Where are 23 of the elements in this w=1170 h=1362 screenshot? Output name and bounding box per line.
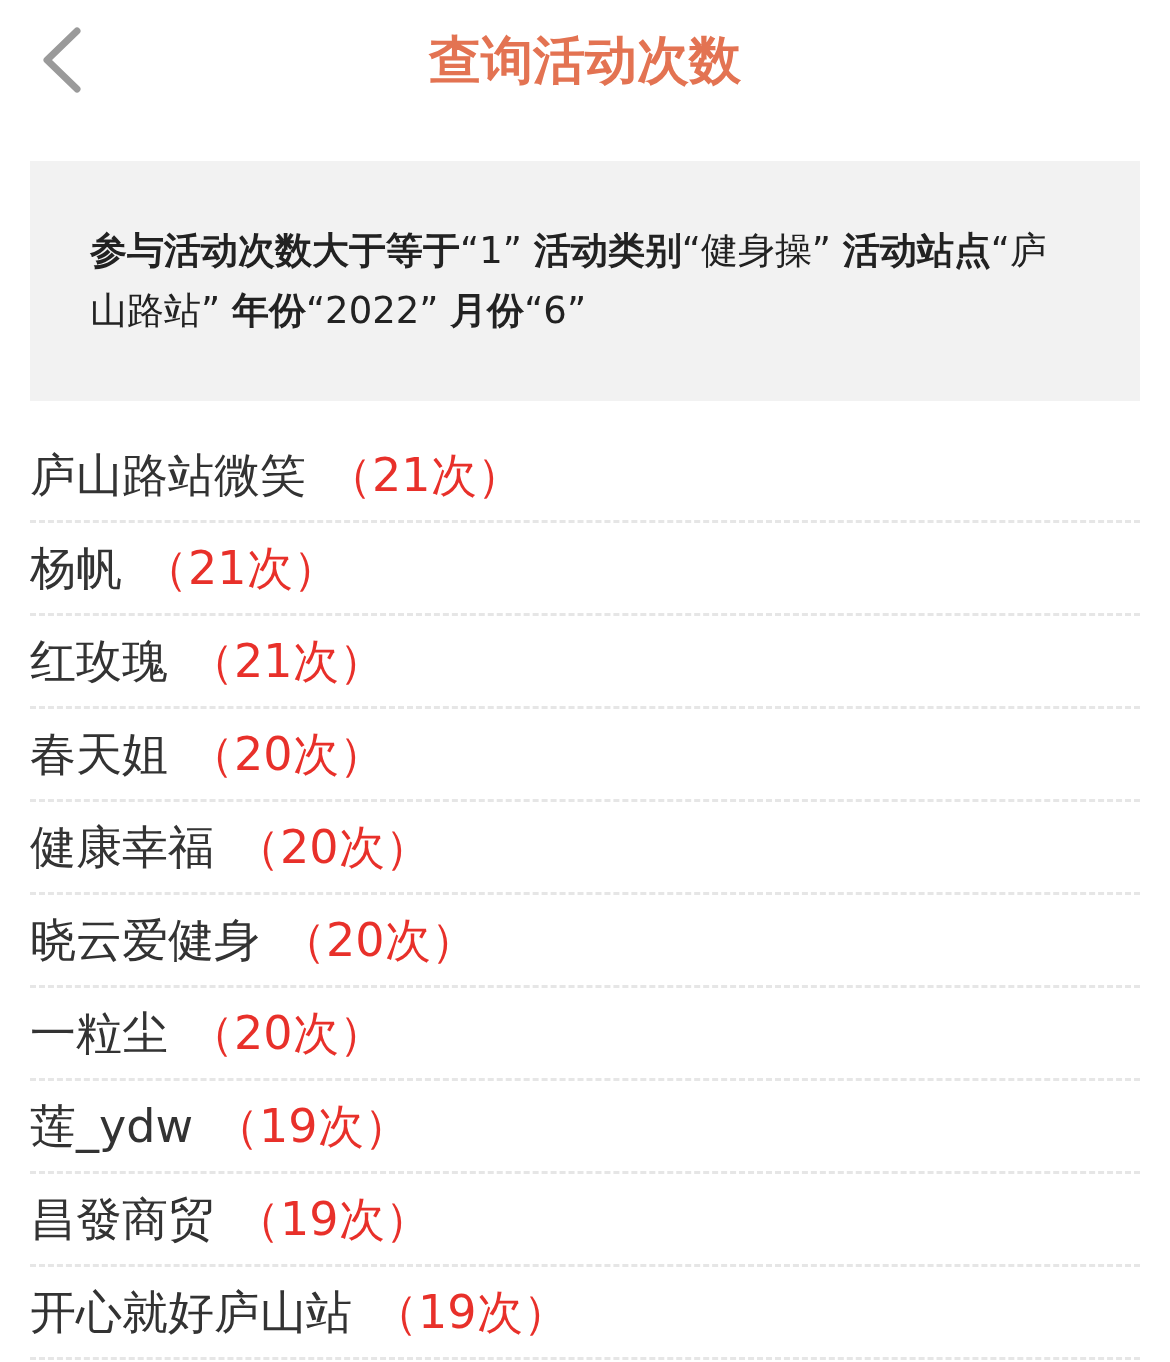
activity-count: （20次） — [280, 911, 477, 969]
activity-count: （19次） — [234, 1190, 431, 1248]
member-name: 健康幸福 — [30, 818, 214, 876]
activity-count: （21次） — [326, 446, 523, 504]
member-name: 莲_ydw — [30, 1097, 194, 1155]
activity-count: （20次） — [188, 725, 385, 783]
activity-count: （19次） — [213, 1097, 410, 1155]
page-title: 查询活动次数 — [429, 34, 741, 86]
activity-count: （21次） — [142, 539, 339, 597]
member-name: 昌發商贸 — [30, 1190, 214, 1248]
activity-count: （20次） — [188, 1004, 385, 1062]
member-name: 红玫瑰 — [30, 632, 168, 690]
activity-count: （19次） — [372, 1283, 569, 1341]
back-chevron-icon — [41, 27, 81, 93]
filter-summary: 参与活动次数大于等于“1” 活动类别“健身操” 活动站点“庐山路站” 年份“2022” 月份“6” — [90, 228, 1048, 334]
member-name: 庐山路站微笑 — [30, 446, 306, 504]
member-name: 晓云爱健身 — [30, 911, 260, 969]
activity-count: （20次） — [234, 818, 431, 876]
member-name: 开心就好庐山站 — [30, 1283, 352, 1341]
activity-count: （21次） — [188, 632, 385, 690]
member-name: 春天姐 — [30, 725, 168, 783]
member-name: 杨帆 — [30, 539, 122, 597]
member-name: 一粒尘 — [30, 1004, 168, 1062]
